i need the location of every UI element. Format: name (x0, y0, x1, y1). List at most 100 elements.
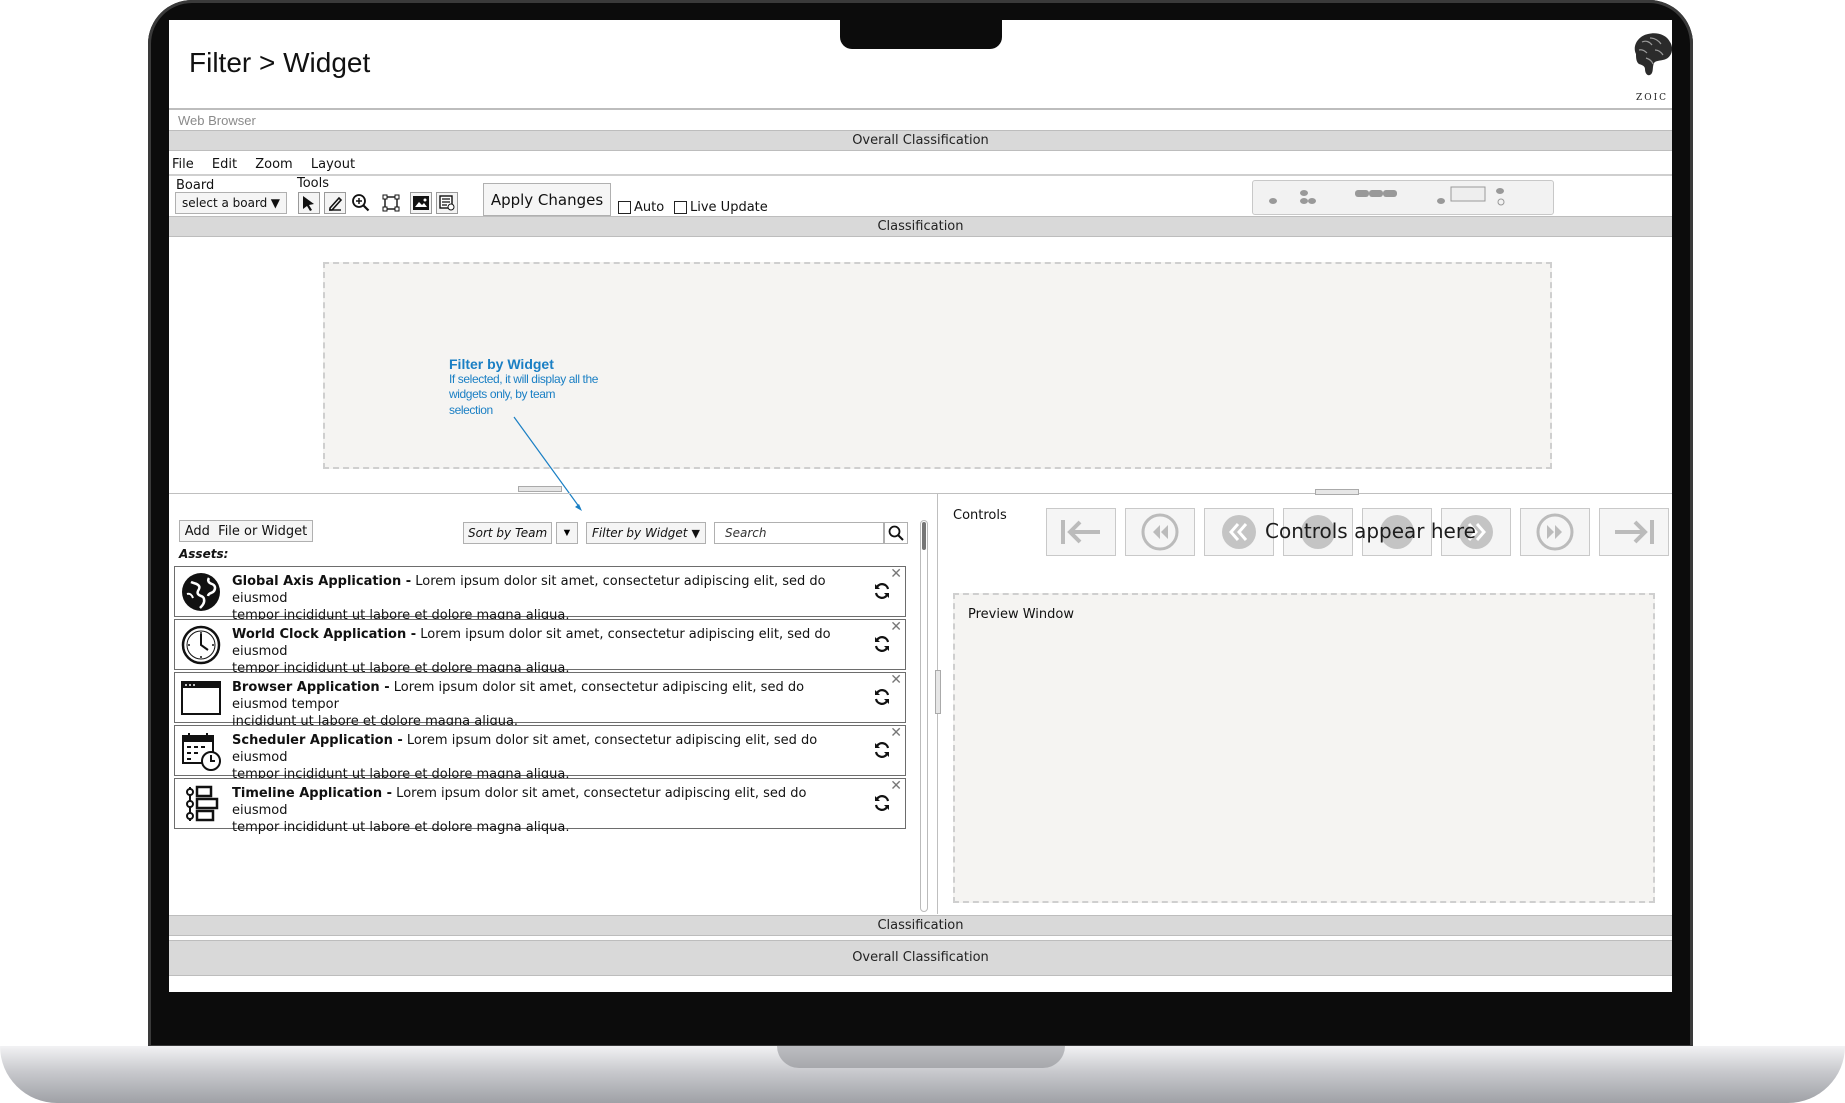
clock-icon (181, 625, 221, 665)
auto-checkbox-box[interactable] (618, 201, 631, 214)
fast-backward-icon (1222, 515, 1256, 549)
list-item-title: Timeline Application - (232, 786, 393, 801)
refresh-icon[interactable] (873, 794, 891, 812)
live-update-checkbox-box[interactable] (674, 201, 687, 214)
forward-button[interactable] (1520, 508, 1590, 556)
assets-scrollbar-thumb[interactable] (922, 522, 926, 550)
assets-scrollbar[interactable] (920, 520, 928, 912)
list-item[interactable]: Scheduler Application - Lorem ipsum dolo… (174, 724, 906, 782)
zoom-icon (352, 194, 370, 212)
close-icon[interactable]: ✕ (890, 777, 902, 794)
globe-icon (182, 573, 220, 611)
close-icon[interactable]: ✕ (890, 671, 902, 688)
refresh-icon[interactable] (873, 741, 891, 759)
skip-to-start-icon (1061, 520, 1100, 544)
sort-dropdown-button[interactable]: ▼ (556, 522, 578, 544)
list-item[interactable]: World Clock Application - Lorem ipsum do… (174, 618, 906, 676)
close-icon[interactable]: ✕ (890, 724, 902, 741)
menu-bar: File Edit Zoom Layout (172, 157, 369, 172)
pointer-icon (303, 196, 314, 211)
sort-by-team-select[interactable]: Sort by Team (463, 522, 552, 544)
list-item[interactable]: Browser Application - Lorem ipsum dolor … (174, 671, 906, 729)
rewind-icon (1141, 513, 1179, 551)
search-button[interactable] (884, 522, 908, 544)
logo-text: ZOIC (1635, 93, 1669, 103)
menu-edit[interactable]: Edit (212, 157, 237, 172)
menu-file[interactable]: File (172, 157, 194, 172)
image-tool-button[interactable] (410, 192, 432, 214)
calendar-clock-icon (182, 733, 221, 771)
menu-layout[interactable]: Layout (311, 157, 355, 172)
skip-to-end-button[interactable] (1599, 508, 1669, 556)
chevron-down-icon: ▼ (561, 527, 573, 539)
camera-notch (840, 20, 1002, 49)
close-icon[interactable]: ✕ (890, 565, 902, 582)
classification-top: Classification (169, 216, 1672, 237)
apply-changes-button[interactable]: Apply Changes (483, 183, 611, 216)
rewind-button[interactable] (1125, 508, 1195, 556)
search-input[interactable]: Search (714, 522, 884, 544)
add-file-or-widget-button[interactable]: Add File or Widget (179, 520, 313, 542)
transform-tool-button[interactable] (380, 192, 402, 214)
list-item-text: Global Axis Application - Lorem ipsum do… (232, 573, 852, 624)
live-update-checkbox[interactable]: Live Update (674, 200, 768, 215)
add-file-label: Add File or Widget (184, 523, 308, 539)
left-pane-grip[interactable] (518, 486, 562, 492)
chevron-down-icon: ▼ (691, 526, 700, 540)
close-icon[interactable]: ✕ (890, 618, 902, 635)
vertical-splitter-grip[interactable] (935, 670, 941, 714)
list-item-text: Timeline Application - Lorem ipsum dolor… (232, 785, 852, 836)
controls-label: Controls (953, 508, 1007, 523)
annotation-title: Filter by Widget (449, 356, 554, 372)
list-item-text: Scheduler Application - Lorem ipsum dolo… (232, 732, 852, 783)
brain-logo-icon (1634, 33, 1672, 76)
list-item[interactable]: Global Axis Application - Lorem ipsum do… (174, 565, 906, 623)
zoic-logo: ZOIC (1630, 28, 1672, 110)
menu-zoom[interactable]: Zoom (255, 157, 292, 172)
layout-minimap[interactable] (1252, 180, 1554, 215)
page-title: Filter > Widget (189, 47, 371, 78)
board-select-value: select a board (182, 196, 268, 210)
fast-backward-button[interactable] (1204, 508, 1274, 556)
live-update-label: Live Update (690, 200, 768, 215)
refresh-icon[interactable] (873, 688, 891, 706)
layout-minimap-icon (1269, 186, 1505, 206)
notes-icon (439, 195, 455, 211)
annotation-body-line1: If selected, it will display all the (449, 372, 599, 386)
browser-window-icon (181, 681, 221, 715)
filter-by-widget-select[interactable]: Filter by Widget ▼ (586, 522, 706, 544)
forward-icon (1536, 513, 1574, 551)
preview-window[interactable] (953, 593, 1655, 903)
annotation-arrow-icon (513, 416, 582, 511)
right-pane-grip[interactable] (1315, 489, 1359, 495)
list-item-title: World Clock Application - (232, 627, 417, 642)
board-select[interactable]: select a board ▼ (175, 192, 287, 214)
image-icon (413, 196, 429, 210)
pen-icon (329, 196, 343, 211)
horizontal-splitter[interactable] (169, 493, 1672, 494)
preview-label: Preview Window (968, 607, 1074, 622)
refresh-icon[interactable] (873, 635, 891, 653)
auto-label: Auto (634, 200, 665, 215)
refresh-icon[interactable] (873, 582, 891, 600)
auto-checkbox[interactable]: Auto (618, 200, 664, 215)
search-placeholder: Search (725, 526, 767, 540)
pen-tool-button[interactable] (324, 192, 346, 214)
header-rule (169, 108, 1672, 110)
controls-overlay-text: Controls appear here (1265, 519, 1476, 543)
list-item-desc: tempor incididunt ut labore et dolore ma… (232, 820, 570, 835)
assets-label: Assets: (179, 547, 229, 561)
skip-to-start-button[interactable] (1046, 508, 1116, 556)
filter-select-value: Filter by Widget (592, 526, 688, 540)
timeline-icon (186, 785, 219, 822)
pointer-tool-button[interactable] (298, 192, 320, 214)
notes-tool-button[interactable] (436, 192, 458, 214)
list-item-title: Browser Application - (232, 680, 390, 695)
list-item[interactable]: Timeline Application - Lorem ipsum dolor… (174, 777, 906, 835)
list-item-title: Global Axis Application - (232, 574, 412, 589)
tools-label: Tools (297, 176, 330, 191)
list-item-text: Browser Application - Lorem ipsum dolor … (232, 679, 852, 730)
zoom-tool-button[interactable] (350, 192, 372, 214)
list-item-title: Scheduler Application - (232, 733, 403, 748)
annotation-body-line3: selection (449, 403, 493, 417)
